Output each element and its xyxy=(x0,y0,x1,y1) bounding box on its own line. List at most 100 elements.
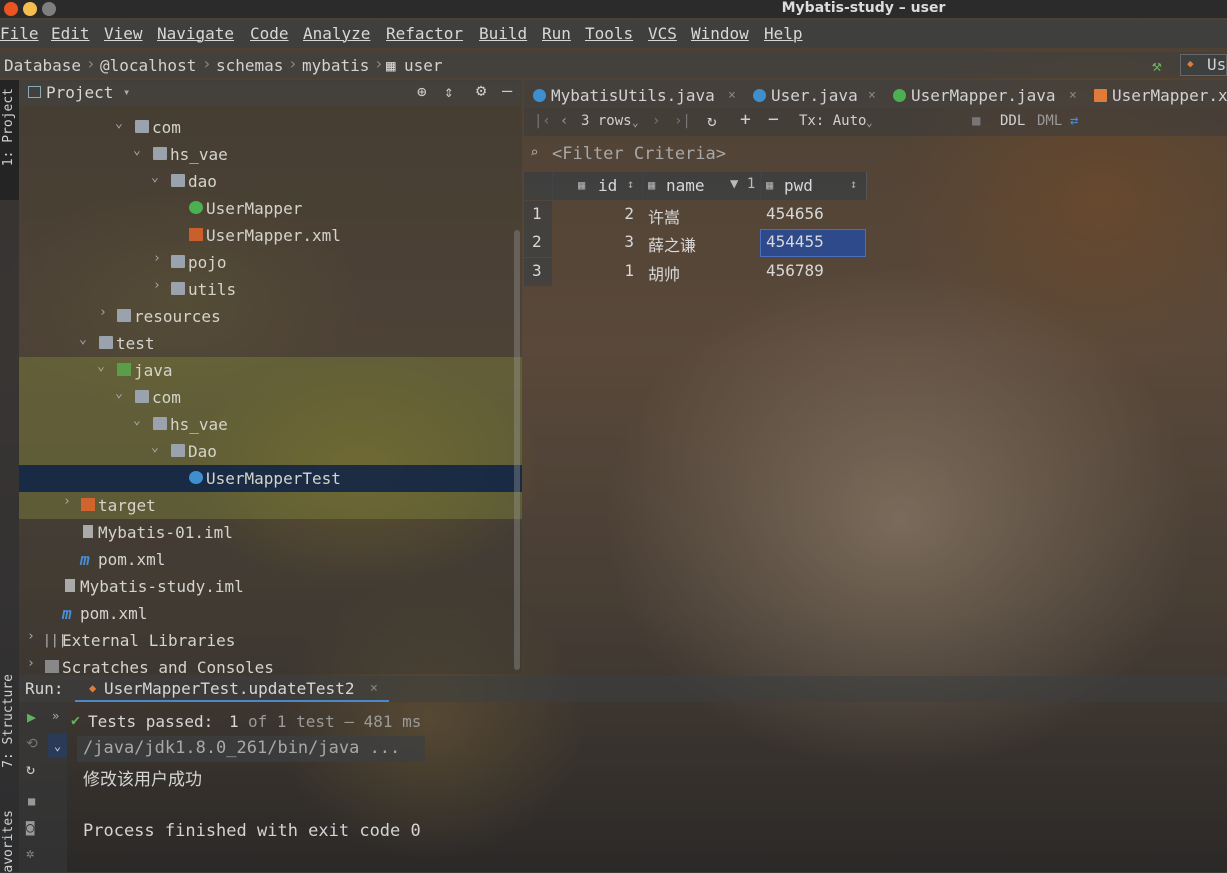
stop-icon[interactable]: ■ xyxy=(972,113,980,129)
tree-item[interactable]: Mybatis-study.iml xyxy=(19,573,522,600)
next-page-icon[interactable]: › xyxy=(652,113,660,129)
dropdown-arrow-icon[interactable]: ▾ xyxy=(123,85,130,99)
menu-analyze[interactable]: Analyze xyxy=(303,24,370,43)
structure-tool-button[interactable]: 7: Structure xyxy=(1,674,16,768)
tree-item-selected[interactable]: UserMapperTest xyxy=(19,465,522,492)
tree-item[interactable]: m pom.xml xyxy=(19,546,522,573)
crumb-host[interactable]: @localhost xyxy=(100,56,196,75)
row-number[interactable]: 1 xyxy=(524,201,552,229)
close-icon[interactable]: × xyxy=(370,681,378,696)
hide-panel-icon[interactable]: – xyxy=(502,81,512,101)
tree-item[interactable]: ⌄ dao xyxy=(19,168,522,195)
delete-row-icon[interactable]: − xyxy=(768,109,779,130)
chevron-down-icon[interactable]: ⌄ xyxy=(79,332,87,347)
chevron-right-icon[interactable]: › xyxy=(153,278,161,293)
close-icon[interactable]: × xyxy=(868,88,876,103)
first-page-icon[interactable]: |‹ xyxy=(534,113,551,129)
cell-pwd[interactable]: 456789 xyxy=(760,258,866,286)
chevron-right-icon[interactable]: › xyxy=(99,305,107,320)
tree-item[interactable]: › ||| External Libraries xyxy=(19,627,522,654)
cell-name[interactable]: 胡帅 xyxy=(642,258,760,286)
chevron-right-icon[interactable]: › xyxy=(153,251,161,266)
crumb-database[interactable]: Database xyxy=(4,56,81,75)
tree-item[interactable]: m pom.xml xyxy=(19,600,522,627)
row-number[interactable]: 3 xyxy=(524,258,552,286)
refresh-icon[interactable]: ↻ xyxy=(707,111,717,130)
cell-pwd[interactable]: 454656 xyxy=(760,201,866,229)
tree-item[interactable]: › pojo xyxy=(19,249,522,276)
cell-id[interactable]: 3 xyxy=(552,229,642,257)
add-row-icon[interactable]: + xyxy=(740,109,751,130)
chevron-down-icon[interactable]: ⌄ xyxy=(97,359,105,374)
chevron-down-icon[interactable]: ⌄ xyxy=(151,170,159,185)
tree-item[interactable]: UserMapper xyxy=(19,195,522,222)
tree-item[interactable]: ⌄ test xyxy=(19,330,522,357)
crumb-user[interactable]: user xyxy=(404,56,443,75)
menu-edit[interactable]: Edit xyxy=(51,24,90,43)
cell-name[interactable]: 许嵩 xyxy=(642,201,760,229)
favorites-tool-button[interactable]: avorites xyxy=(1,810,16,873)
tree-item[interactable]: ⌄ com xyxy=(19,114,522,141)
tree-item[interactable]: › target xyxy=(19,492,522,519)
dml-button[interactable]: DML xyxy=(1037,113,1062,129)
chevron-right-icon[interactable]: › xyxy=(27,656,35,671)
tree-item[interactable]: ⌄ Dao xyxy=(19,438,522,465)
tab-user[interactable]: User.java xyxy=(771,86,858,105)
tree-item[interactable]: › utils xyxy=(19,276,522,303)
tree-item[interactable]: ⌄ hs_vae xyxy=(19,141,522,168)
crumb-schemas[interactable]: schemas xyxy=(216,56,283,75)
tree-item[interactable]: › resources xyxy=(19,303,522,330)
project-view-title[interactable]: Project xyxy=(46,83,113,102)
chevron-right-icon[interactable]: › xyxy=(63,494,71,509)
cell-id[interactable]: 2 xyxy=(552,201,642,229)
menu-refactor[interactable]: Refactor xyxy=(386,24,463,43)
rows-count-selector[interactable]: 3 rows xyxy=(581,113,632,129)
run-config-selector[interactable]: ◆ Us xyxy=(1180,54,1227,76)
cell-pwd-selected[interactable]: 454455 xyxy=(760,229,866,257)
column-header-name[interactable]: ▦ name ▼ 1 xyxy=(642,172,761,200)
menu-build[interactable]: Build xyxy=(479,24,527,43)
tab-mybatisutils[interactable]: MybatisUtils.java xyxy=(551,86,715,105)
chevron-down-icon[interactable]: ⌄ xyxy=(151,440,159,455)
build-hammer-icon[interactable]: ⚒ xyxy=(1152,56,1162,75)
project-tool-button[interactable]: 1: Project xyxy=(0,80,19,200)
run-tab[interactable]: UserMapperTest.updateTest2 xyxy=(104,679,354,698)
chevron-down-icon[interactable]: ⌄ xyxy=(115,116,123,131)
menu-file[interactable]: File xyxy=(0,24,39,43)
row-number[interactable]: 2 xyxy=(524,229,552,257)
locate-icon[interactable]: ⊕ xyxy=(417,82,427,101)
tree-item[interactable]: › Scratches and Consoles xyxy=(19,654,522,674)
cell-name[interactable]: 薛之谦 xyxy=(642,229,760,257)
sort-icon[interactable]: ↕ xyxy=(627,177,634,191)
menu-view[interactable]: View xyxy=(104,24,143,43)
project-scrollbar[interactable] xyxy=(514,230,520,670)
console-command-line[interactable]: /java/jdk1.8.0_261/bin/java ... xyxy=(77,736,425,762)
tree-item[interactable]: ⌄ hs_vae xyxy=(19,411,522,438)
sort-icon[interactable]: ↕ xyxy=(850,177,857,191)
chevron-right-icon[interactable]: › xyxy=(27,629,35,644)
menu-vcs[interactable]: VCS xyxy=(648,24,677,43)
last-page-icon[interactable]: ›| xyxy=(674,113,691,129)
filter-criteria-input[interactable]: <Filter Criteria> xyxy=(552,144,726,164)
cell-id[interactable]: 1 xyxy=(552,258,642,286)
tab-usermapper-xml[interactable]: UserMapper.x xyxy=(1112,86,1227,105)
tx-mode-selector[interactable]: Tx: Auto xyxy=(799,113,866,129)
chevron-down-icon[interactable]: ⌄ xyxy=(133,413,141,428)
tree-item[interactable]: Mybatis-01.iml xyxy=(19,519,522,546)
chevron-down-icon[interactable]: ⌄ xyxy=(115,386,123,401)
menu-help[interactable]: Help xyxy=(764,24,803,43)
tab-usermapper-java[interactable]: UserMapper.java xyxy=(911,86,1056,105)
close-icon[interactable]: × xyxy=(1069,88,1077,103)
column-header-id[interactable]: ▦ id ↕ xyxy=(552,172,643,200)
column-header-pwd[interactable]: ▦ pwd ↕ xyxy=(760,172,867,200)
menu-navigate[interactable]: Navigate xyxy=(157,24,234,43)
compare-icon[interactable]: ⇄ xyxy=(1070,113,1078,129)
tree-item[interactable]: ⌄ com xyxy=(19,384,522,411)
gear-icon[interactable]: ⚙ xyxy=(476,81,486,101)
menu-window[interactable]: Window xyxy=(691,24,749,43)
collapse-all-icon[interactable]: ⇕ xyxy=(444,82,454,101)
menu-run[interactable]: Run xyxy=(542,24,571,43)
chevron-down-icon[interactable]: ⌄ xyxy=(133,143,141,158)
sort-indicator[interactable]: ▼ 1 xyxy=(730,176,755,192)
tree-item[interactable]: UserMapper.xml xyxy=(19,222,522,249)
